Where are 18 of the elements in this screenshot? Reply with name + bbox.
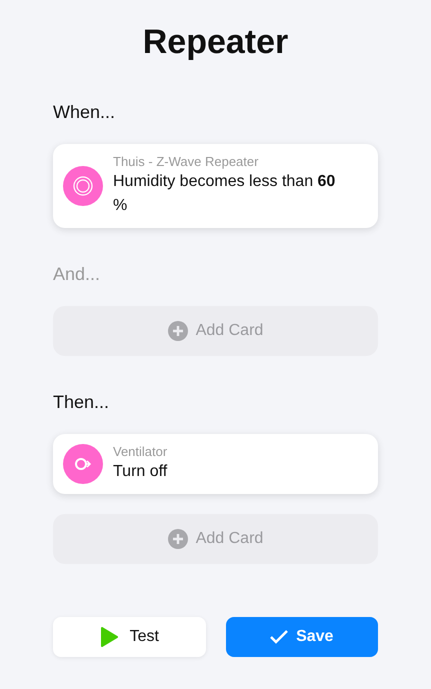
flow-card[interactable]: Thuis - Z-Wave Repeater Humidity becomes less than 60 %	[53, 144, 378, 228]
section-heading: And...	[53, 263, 102, 286]
play-icon	[100, 627, 118, 647]
sensor-icon	[63, 166, 103, 206]
save-button[interactable]: Save	[226, 617, 378, 657]
section-heading: Then...	[53, 391, 110, 414]
flow-card[interactable]: Ventilator Turn off	[53, 434, 378, 494]
unit-text: %	[113, 196, 128, 216]
card-text: Humidity becomes less than 60	[113, 172, 336, 192]
device-name: Ventilator	[113, 444, 168, 460]
page-title: Repeater	[142, 22, 288, 63]
section-heading: When...	[53, 101, 116, 124]
plus-icon	[168, 529, 188, 549]
card-text: Turn off	[113, 462, 168, 482]
check-icon	[270, 630, 288, 644]
device-name: Thuis - Z-Wave Repeater	[113, 154, 260, 170]
test-button[interactable]: Test	[53, 617, 206, 657]
plus-icon	[168, 321, 188, 341]
